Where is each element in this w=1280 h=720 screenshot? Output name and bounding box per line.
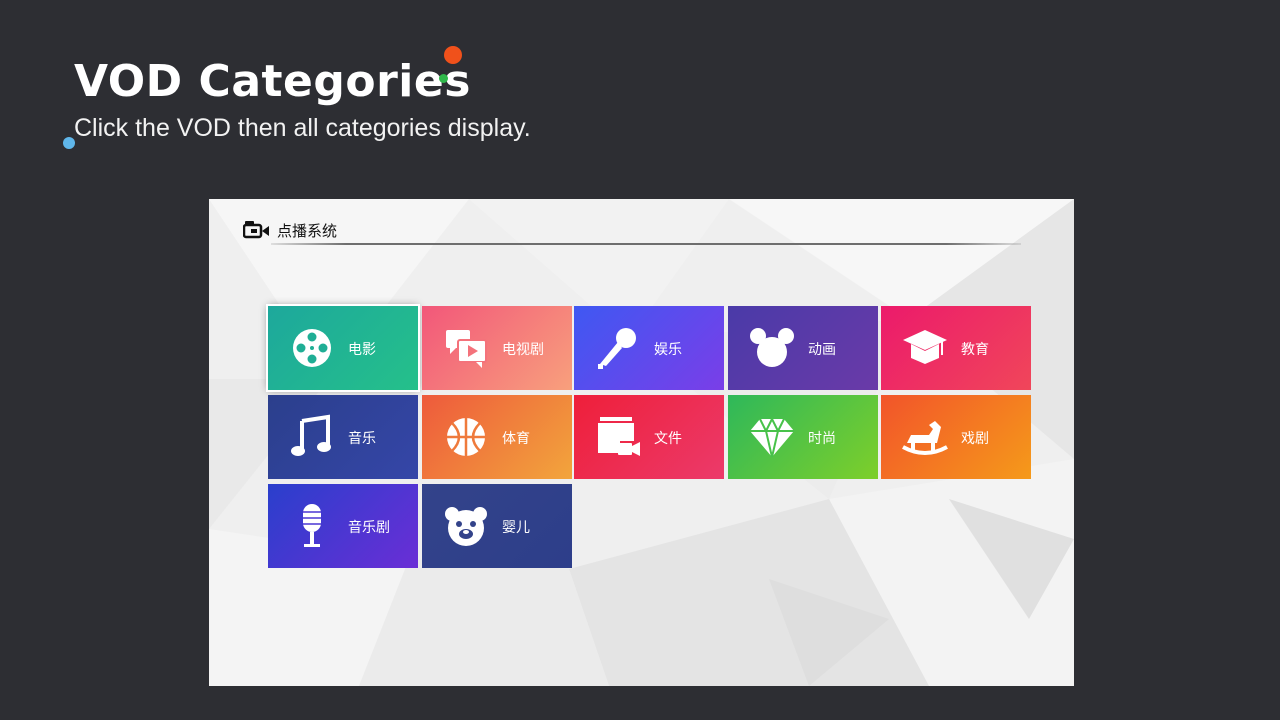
category-label: 音乐 — [348, 431, 376, 447]
header-divider — [271, 243, 1021, 245]
music-note-icon — [288, 413, 336, 461]
category-label: 教育 — [961, 342, 989, 358]
category-label: 文件 — [654, 431, 682, 447]
basketball-icon — [442, 413, 490, 461]
category-tile[interactable]: 时尚 — [728, 395, 878, 479]
category-label: 体育 — [502, 431, 530, 447]
chat-video-icon — [442, 324, 490, 372]
category-tile[interactable]: 电影 — [266, 304, 420, 392]
rocking-horse-icon — [901, 413, 949, 461]
diamond-icon — [748, 413, 796, 461]
microphone-icon — [594, 324, 642, 372]
category-tile[interactable]: 戏剧 — [881, 395, 1031, 479]
slide-title: VOD Categories — [74, 56, 471, 107]
category-tile[interactable]: 音乐 — [268, 395, 418, 479]
teddy-bear-icon — [442, 502, 490, 550]
slide-subtitle: Click the VOD then all categories displa… — [74, 114, 531, 142]
category-tile[interactable]: 娱乐 — [574, 306, 724, 390]
category-tile[interactable]: 动画 — [728, 306, 878, 390]
category-tile[interactable]: 音乐剧 — [268, 484, 418, 568]
category-label: 婴儿 — [502, 520, 530, 536]
category-tile[interactable]: 教育 — [881, 306, 1031, 390]
category-label: 动画 — [808, 342, 836, 358]
graduation-cap-icon — [901, 324, 949, 372]
category-label: 娱乐 — [654, 342, 682, 358]
category-label: 戏剧 — [961, 431, 989, 447]
film-reel-icon — [288, 324, 336, 372]
category-tile[interactable]: 婴儿 — [422, 484, 572, 568]
screen-header: 点播系统 — [243, 217, 337, 243]
screen-title: 点播系统 — [277, 221, 338, 240]
category-tile[interactable]: 文件 — [574, 395, 724, 479]
decorative-dot-green — [439, 74, 448, 83]
mickey-head-icon — [748, 324, 796, 372]
category-label: 电视剧 — [502, 342, 544, 358]
decorative-dot-orange — [444, 46, 462, 64]
category-tile[interactable]: 电视剧 — [422, 306, 572, 390]
vod-screen: 点播系统 电影 电视剧 娱乐 动画 教育音乐 体育 文件 时尚 戏剧音乐剧 婴儿 — [209, 199, 1074, 686]
category-label: 音乐剧 — [348, 520, 390, 536]
category-tile[interactable]: 体育 — [422, 395, 572, 479]
category-label: 电影 — [348, 342, 376, 358]
studio-mic-icon — [288, 502, 336, 550]
category-label: 时尚 — [808, 431, 836, 447]
video-camera-icon — [243, 221, 269, 239]
files-video-icon — [594, 413, 642, 461]
